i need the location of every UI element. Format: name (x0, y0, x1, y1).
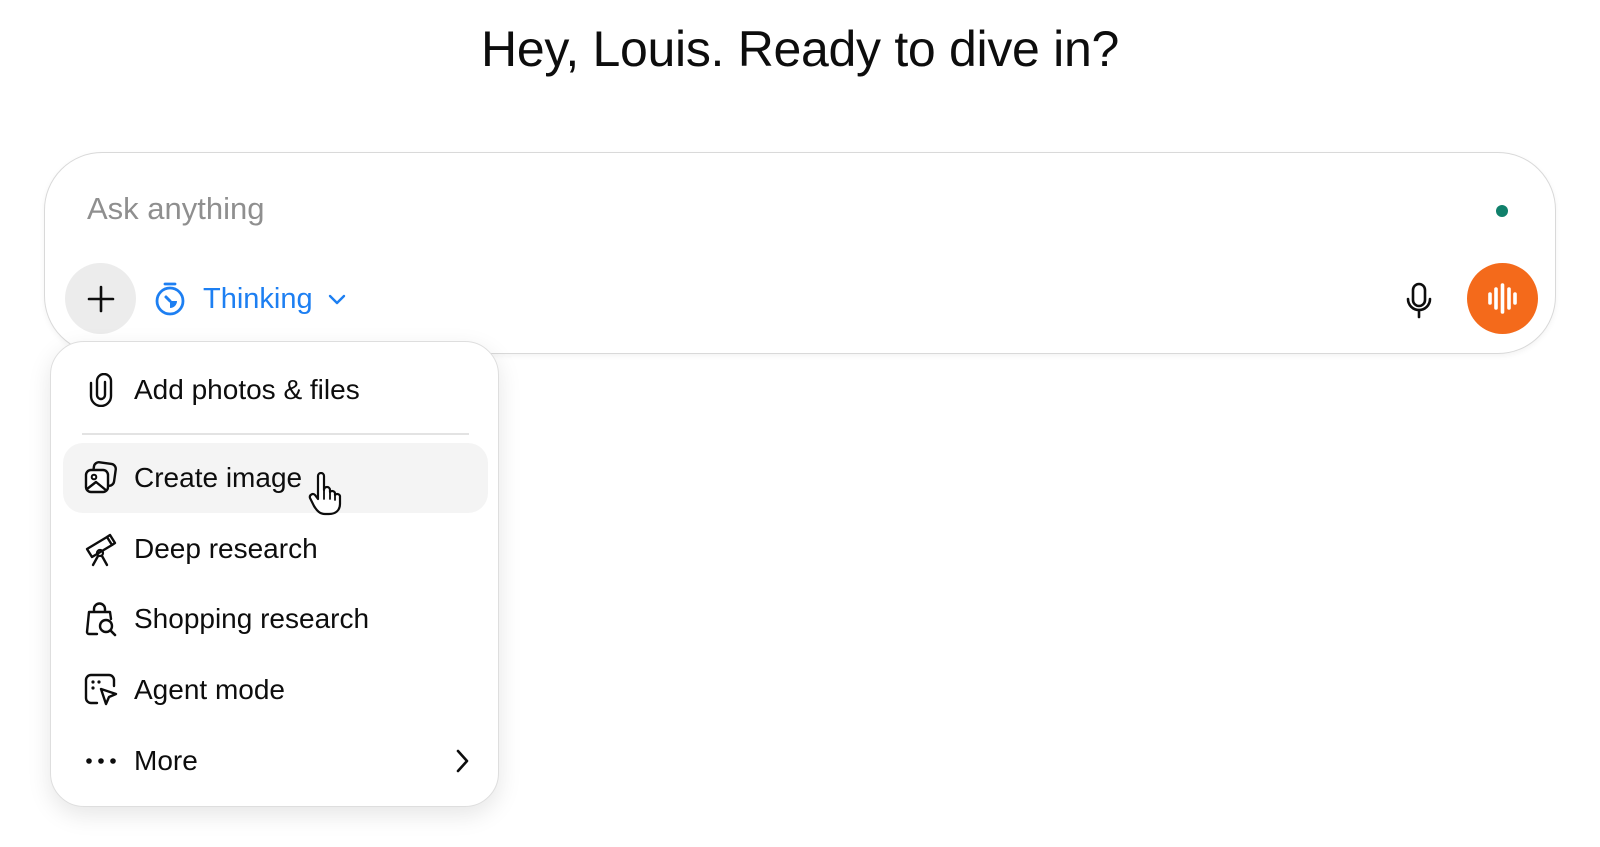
greeting-heading: Hey, Louis. Ready to dive in? (481, 21, 1119, 77)
chevron-down-icon (327, 292, 347, 306)
add-button[interactable] (65, 263, 136, 334)
tools-menu: Add photos & files Create image Deep res… (50, 341, 499, 807)
timer-icon (153, 281, 187, 317)
shopping-bag-search-icon (83, 601, 119, 637)
plus-icon (87, 285, 114, 312)
composer: Thinking (44, 152, 1556, 354)
menu-divider (82, 433, 469, 435)
model-label: Thinking (203, 282, 313, 315)
menu-item-more[interactable]: More (63, 726, 488, 796)
prompt-input[interactable] (87, 187, 1467, 231)
menu-item-deep-research[interactable]: Deep research (63, 514, 488, 584)
status-dot (1496, 205, 1508, 217)
menu-item-label: Deep research (134, 533, 318, 564)
menu-item-add-photos-files[interactable]: Add photos & files (63, 355, 488, 425)
agent-cursor-icon (83, 672, 119, 708)
chat-home: Hey, Louis. Ready to dive in? Thinking (0, 0, 1600, 847)
dictate-button[interactable] (1397, 279, 1441, 323)
menu-item-agent-mode[interactable]: Agent mode (63, 655, 488, 725)
menu-item-shopping-research[interactable]: Shopping research (63, 584, 488, 654)
menu-item-label: More (134, 745, 198, 776)
chevron-right-icon (454, 748, 470, 774)
menu-item-create-image[interactable]: Create image (63, 443, 488, 513)
voice-waveform-icon (1467, 263, 1538, 334)
ellipsis-icon (83, 743, 119, 779)
voice-mode-button[interactable] (1467, 263, 1538, 334)
model-picker-button[interactable]: Thinking (153, 277, 347, 321)
telescope-icon (83, 531, 119, 567)
paperclip-icon (83, 372, 119, 408)
menu-item-label: Create image (134, 462, 303, 493)
create-image-icon (83, 460, 119, 496)
hand-pointer-cursor-icon (308, 472, 342, 516)
menu-item-label: Shopping research (134, 603, 370, 634)
menu-item-label: Add photos & files (134, 374, 360, 405)
menu-item-label: Agent mode (134, 674, 285, 705)
microphone-icon (1406, 282, 1432, 319)
